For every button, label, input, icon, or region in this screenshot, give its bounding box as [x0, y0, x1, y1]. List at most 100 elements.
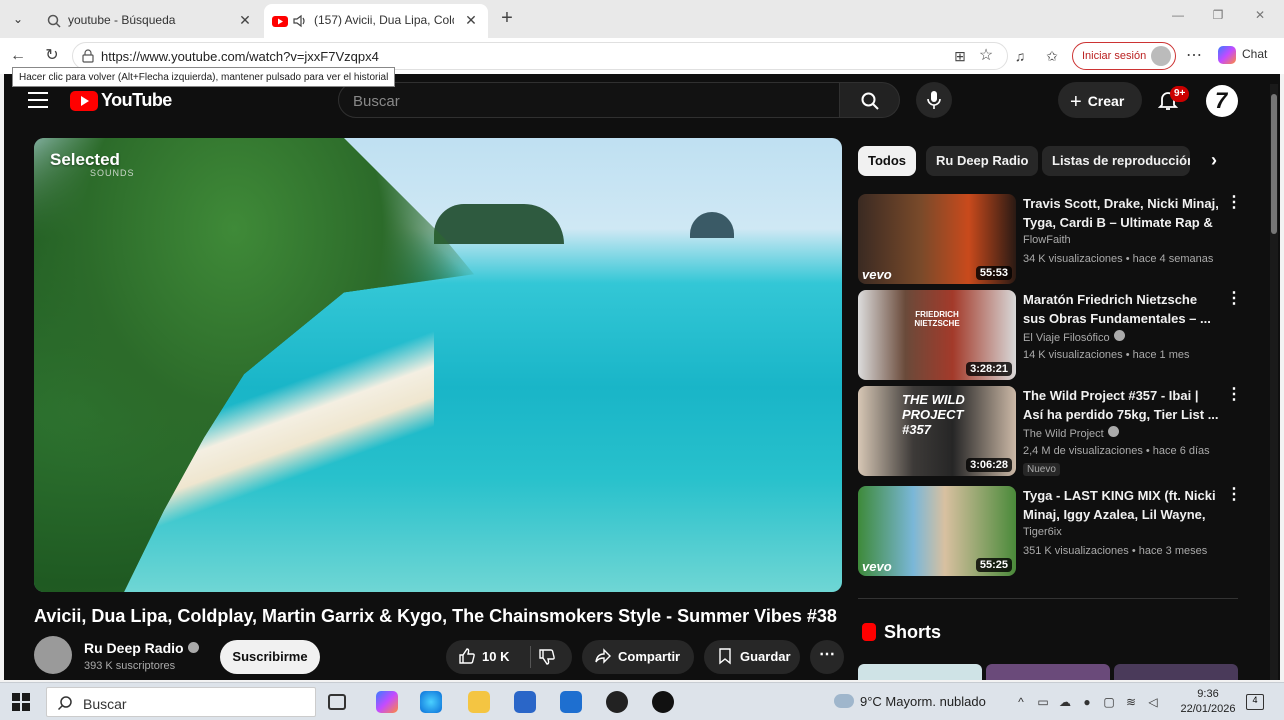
- kebab-menu-icon[interactable]: ⋮: [1226, 487, 1242, 503]
- signin-button[interactable]: Iniciar sesión: [1072, 42, 1176, 70]
- clock-date: 22/01/2026: [1180, 703, 1236, 715]
- recommendation-item[interactable]: vevo 55:25 Tyga - LAST KING MIX (ft. Nic…: [858, 486, 1242, 578]
- youtube-icon: [272, 16, 288, 27]
- new-tab-button[interactable]: +: [496, 8, 518, 30]
- edge-app-icon[interactable]: [420, 691, 442, 713]
- hamburger-menu-icon[interactable]: [28, 92, 48, 108]
- close-window-button[interactable]: ✕: [1240, 8, 1280, 30]
- rec-title[interactable]: Travis Scott, Drake, Nicki Minaj, Tyga, …: [1023, 194, 1219, 232]
- rec-channel[interactable]: Tiger6ix: [1023, 526, 1062, 538]
- refresh-button[interactable]: ↻: [40, 44, 64, 68]
- restore-button[interactable]: ❐: [1198, 8, 1238, 30]
- file-explorer-icon[interactable]: [468, 691, 490, 713]
- dislike-icon[interactable]: [538, 648, 556, 666]
- apps-icon[interactable]: ⊞: [948, 44, 972, 68]
- weather-widget[interactable]: 9°C Mayorm. nublado: [834, 694, 986, 709]
- chevron-up-icon[interactable]: ^: [1014, 695, 1028, 709]
- url-text[interactable]: https://www.youtube.com/watch?v=jxxF7Vzq…: [101, 49, 379, 64]
- vevo-logo: vevo: [862, 267, 892, 282]
- address-bar[interactable]: https://www.youtube.com/watch?v=jxxF7Vzq…: [72, 42, 1008, 70]
- tray-app-icon[interactable]: ▭: [1036, 695, 1050, 709]
- recommendation-item[interactable]: THE WILD PROJECT #357 3:06:28 The Wild P…: [858, 386, 1242, 478]
- rec-channel[interactable]: El Viaje Filosófico: [1023, 330, 1125, 344]
- tab-list-chevron-icon[interactable]: ⌄: [6, 8, 30, 30]
- favorite-star-icon[interactable]: ☆: [974, 44, 998, 68]
- task-view-icon[interactable]: [328, 694, 346, 710]
- app-icon[interactable]: [652, 691, 674, 713]
- channel-avatar[interactable]: [34, 636, 72, 674]
- tab-youtube-video[interactable]: (157) Avicii, Dua Lipa, Coldplay ✕: [264, 4, 488, 38]
- like-count[interactable]: 10 K: [482, 649, 509, 664]
- subscribe-button[interactable]: Suscribirme: [220, 640, 320, 674]
- minimize-button[interactable]: —: [1158, 8, 1198, 30]
- subscriber-count: 393 K suscriptores: [84, 660, 176, 672]
- chip-todos[interactable]: Todos: [858, 146, 917, 176]
- channel-name[interactable]: Ru Deep Radio: [84, 640, 199, 656]
- copilot-chat-button[interactable]: Chat: [1218, 46, 1267, 64]
- rec-channel[interactable]: The Wild Project: [1023, 426, 1119, 440]
- app-icon[interactable]: [606, 691, 628, 713]
- filter-chips: Todos Ru Deep Radio Listas de reproducci…: [858, 146, 1238, 176]
- share-button[interactable]: Compartir: [582, 640, 694, 674]
- media-icon[interactable]: ♫: [1008, 44, 1032, 68]
- shorts-icon: [862, 623, 876, 641]
- kebab-menu-icon[interactable]: ⋮: [1226, 195, 1242, 211]
- create-button[interactable]: + Crear: [1058, 82, 1142, 118]
- like-icon[interactable]: [458, 647, 476, 665]
- rec-channel[interactable]: FlowFaith: [1023, 234, 1071, 246]
- account-avatar[interactable]: [1206, 85, 1238, 117]
- cloud-tray-icon[interactable]: ☁: [1058, 695, 1072, 709]
- like-divider: [530, 646, 531, 668]
- windows-start-icon[interactable]: [12, 693, 30, 711]
- chevron-right-icon[interactable]: ›: [1204, 150, 1224, 172]
- more-options-icon[interactable]: ⋯: [1182, 44, 1206, 68]
- short-thumbnail[interactable]: [1114, 664, 1238, 680]
- taskbar-search-placeholder: Buscar: [83, 696, 127, 712]
- system-clock[interactable]: 9:36 22/01/2026: [1180, 687, 1236, 717]
- voice-search-button[interactable]: [916, 82, 952, 118]
- page-scrollbar[interactable]: [1270, 84, 1278, 680]
- kebab-menu-icon[interactable]: ⋮: [1226, 291, 1242, 307]
- search-button[interactable]: [840, 82, 900, 118]
- video-player[interactable]: Selected SOUNDS: [34, 138, 842, 592]
- microphone-tray-icon[interactable]: ●: [1080, 695, 1094, 709]
- rec-title[interactable]: Maratón Friedrich Nietzsche sus Obras Fu…: [1023, 290, 1219, 328]
- rec-title[interactable]: Tyga - LAST KING MIX (ft. Nicki Minaj, I…: [1023, 486, 1219, 524]
- chip-listas[interactable]: Listas de reproducción: [1042, 146, 1190, 176]
- more-actions-icon[interactable]: ⋯: [810, 640, 844, 674]
- cloud-icon: [834, 694, 854, 708]
- store-app-icon[interactable]: [514, 691, 536, 713]
- display-tray-icon[interactable]: ▢: [1102, 695, 1116, 709]
- scrollbar-thumb[interactable]: [1271, 94, 1277, 234]
- outlook-app-icon[interactable]: [560, 691, 582, 713]
- favorites-icon[interactable]: ✩: [1040, 44, 1064, 68]
- chip-ru-deep-radio[interactable]: Ru Deep Radio: [926, 146, 1039, 176]
- tab-youtube-search[interactable]: youtube - Búsqueda ✕: [38, 4, 262, 38]
- copilot-app-icon[interactable]: [376, 691, 398, 713]
- search-input[interactable]: Buscar: [338, 82, 840, 118]
- tab-title: (157) Avicii, Dua Lipa, Coldplay: [314, 13, 454, 27]
- recommendation-item[interactable]: FRIEDRICH NIETZSCHE 3:28:21 Maratón Frie…: [858, 290, 1242, 382]
- thumbnail[interactable]: FRIEDRICH NIETZSCHE 3:28:21: [858, 290, 1016, 380]
- kebab-menu-icon[interactable]: ⋮: [1226, 387, 1242, 403]
- close-icon[interactable]: ✕: [462, 11, 480, 29]
- wifi-icon[interactable]: ≋: [1124, 695, 1138, 709]
- taskbar-search-input[interactable]: Buscar: [46, 687, 316, 717]
- notifications-badge: 9+: [1170, 86, 1190, 102]
- back-button[interactable]: ←: [6, 44, 30, 68]
- speaker-icon[interactable]: [292, 13, 308, 29]
- short-thumbnail[interactable]: [986, 664, 1110, 680]
- notifications-icon[interactable]: 4: [1246, 694, 1264, 710]
- thumbnail-text: THE WILD PROJECT #357: [902, 392, 965, 437]
- recommendation-item[interactable]: vevo 55:53 Travis Scott, Drake, Nicki Mi…: [858, 194, 1242, 286]
- volume-icon[interactable]: ◁: [1146, 695, 1160, 709]
- youtube-logo[interactable]: YouTube: [70, 90, 172, 112]
- short-thumbnail[interactable]: [858, 664, 982, 680]
- close-icon[interactable]: ✕: [236, 11, 254, 29]
- thumbnail[interactable]: vevo 55:25: [858, 486, 1016, 576]
- rec-title[interactable]: The Wild Project #357 - Ibai | Así ha pe…: [1023, 386, 1219, 424]
- save-button[interactable]: Guardar: [704, 640, 800, 674]
- thumbnail[interactable]: vevo 55:53: [858, 194, 1016, 284]
- site-info-icon[interactable]: [81, 49, 95, 63]
- thumbnail[interactable]: THE WILD PROJECT #357 3:06:28: [858, 386, 1016, 476]
